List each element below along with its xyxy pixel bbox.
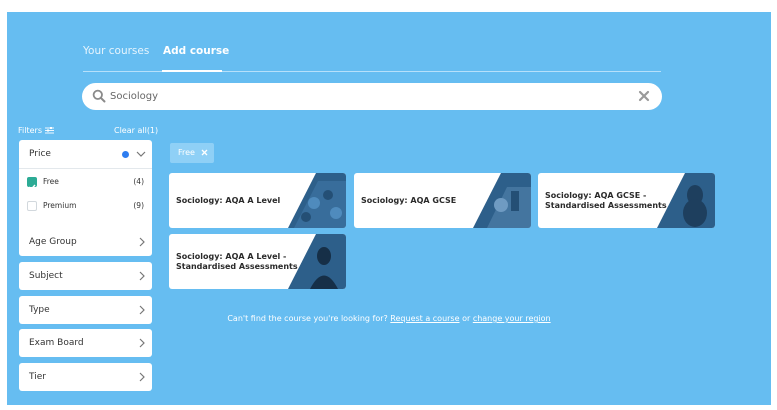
option-count: (9) <box>133 201 144 210</box>
note-prefix: Can't find the course you're looking for… <box>227 314 388 323</box>
filter-age-group[interactable]: Age Group <box>19 228 152 256</box>
checkbox-checked[interactable] <box>27 177 37 191</box>
filter-label: Tier <box>29 372 46 382</box>
close-icon[interactable] <box>638 90 650 102</box>
filter-exam-board[interactable]: Exam Board <box>19 329 152 357</box>
request-course-link[interactable]: Request a course <box>390 314 459 323</box>
tab-your-courses[interactable]: Your courses <box>83 45 149 57</box>
price-filter-label: Price <box>29 149 51 159</box>
course-card[interactable]: Sociology: AQA A Level <box>169 173 346 228</box>
clear-all-filters-link[interactable]: Clear all(1) <box>114 126 158 135</box>
note-middle: or <box>462 314 471 323</box>
filter-tier[interactable]: Tier <box>19 363 152 391</box>
app-frame: Your courses Add course Filters Clear al… <box>7 12 771 405</box>
price-filter-header[interactable]: Price <box>19 140 152 169</box>
course-card[interactable]: Sociology: AQA GCSE <box>354 173 531 228</box>
active-filter-dot <box>122 151 129 158</box>
filter-subject[interactable]: Subject <box>19 262 152 290</box>
course-title: Sociology: AQA GCSE <box>361 196 457 205</box>
option-count: (4) <box>133 177 144 186</box>
sliders-icon <box>44 127 54 134</box>
chevron-right-icon <box>139 338 145 348</box>
filter-label: Subject <box>29 271 63 281</box>
change-region-link[interactable]: change your region <box>473 314 551 323</box>
chevron-right-icon <box>139 237 145 247</box>
course-title-line: Sociology: AQA GCSE - <box>545 191 647 200</box>
active-tab-indicator <box>162 70 222 72</box>
course-thumbnail <box>473 173 531 228</box>
filters-label: Filters <box>18 126 54 135</box>
course-title: Sociology: AQA A Level <box>176 196 281 205</box>
remove-filter-icon[interactable] <box>201 149 208 156</box>
tab-add-course[interactable]: Add course <box>163 45 229 57</box>
active-filter-chip[interactable]: Free <box>170 143 214 163</box>
search-bar <box>82 83 662 110</box>
search-icon <box>92 89 106 103</box>
chip-label: Free <box>178 148 195 157</box>
course-thumbnail <box>657 173 715 228</box>
check-icon <box>28 184 36 191</box>
course-card[interactable]: Sociology: AQA GCSE - Standardised Asses… <box>538 173 715 228</box>
filter-label: Age Group <box>29 237 77 247</box>
chevron-right-icon <box>139 372 145 382</box>
filters-text: Filters <box>18 126 42 135</box>
price-option-premium[interactable]: Premium (9) <box>27 199 144 213</box>
course-thumbnail <box>288 234 346 289</box>
price-filter-panel: Price Free (4) Premium (9) <box>19 140 152 237</box>
price-option-free[interactable]: Free (4) <box>27 175 144 191</box>
option-label: Premium <box>43 201 77 210</box>
chevron-right-icon <box>139 271 145 281</box>
chevron-down-icon <box>136 151 146 157</box>
course-thumbnail <box>288 173 346 228</box>
missing-course-note: Can't find the course you're looking for… <box>7 314 771 323</box>
option-label: Free <box>43 177 59 186</box>
filter-label: Exam Board <box>29 338 84 348</box>
course-card[interactable]: Sociology: AQA A Level - Standardised As… <box>169 234 346 289</box>
checkbox-unchecked[interactable] <box>27 201 37 211</box>
search-input[interactable] <box>110 87 630 105</box>
